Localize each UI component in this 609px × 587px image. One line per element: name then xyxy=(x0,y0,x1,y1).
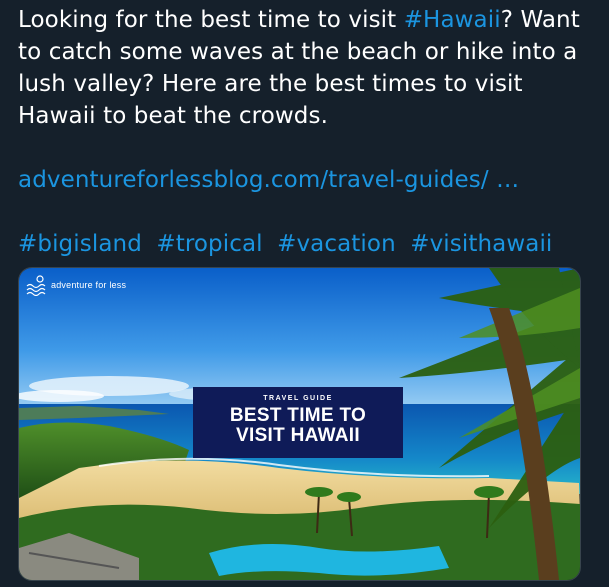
tweet-text-intro: Looking for the best time to visit xyxy=(18,7,404,33)
article-link[interactable]: adventureforlessblog.com/travel-guides/ … xyxy=(18,167,519,193)
travel-guide-banner: TRAVEL GUIDE BEST TIME TO VISIT HAWAII xyxy=(193,387,403,458)
hashtag-hawaii-link[interactable]: #Hawaii xyxy=(404,7,501,33)
hashtag-link[interactable]: #visithawaii xyxy=(410,231,552,257)
tweet-text: Looking for the best time to visit #Hawa… xyxy=(18,4,598,260)
brand-name: adventure for less xyxy=(51,280,127,290)
hashtag-link[interactable]: #bigisland xyxy=(18,231,142,257)
hashtag-link[interactable]: #vacation xyxy=(277,231,396,257)
guide-title-line2: VISIT HAWAII xyxy=(236,425,360,446)
tweet-media-image[interactable]: adventure for less TRAVEL GUIDE BEST TIM… xyxy=(18,267,581,581)
guide-title-line1: BEST TIME TO xyxy=(229,405,367,426)
guide-kicker: TRAVEL GUIDE xyxy=(263,395,333,402)
waves-logo-icon xyxy=(26,275,46,296)
hashtag-link[interactable]: #tropical xyxy=(156,231,262,257)
brand-watermark: adventure for less xyxy=(25,274,126,296)
tweet-text-question-mark: ? xyxy=(500,7,514,33)
hashtag-row: #bigisland #tropical #vacation #visithaw… xyxy=(18,228,598,260)
tweet-body: Looking for the best time to visit #Hawa… xyxy=(18,4,598,132)
